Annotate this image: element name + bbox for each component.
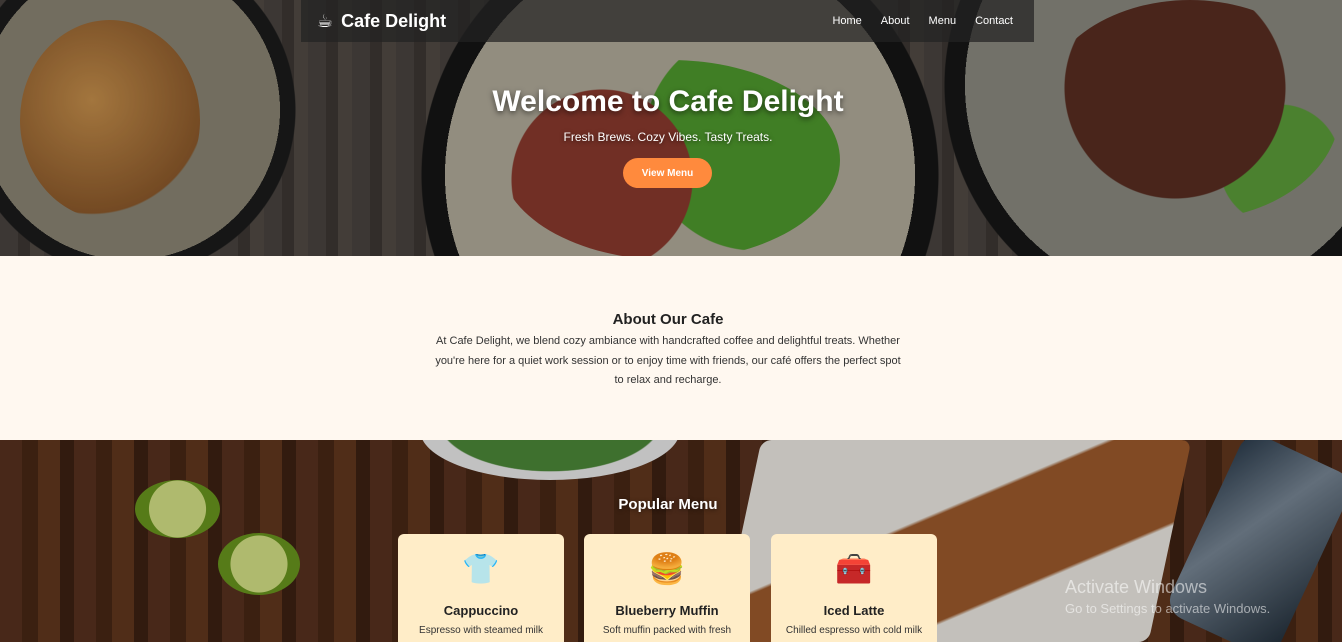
menu-title: Popular Menu bbox=[618, 496, 718, 513]
brand-logo[interactable]: ☕ Cafe Delight bbox=[317, 11, 446, 32]
menu-item-name: Cappuccino bbox=[443, 603, 519, 618]
tshirt-icon: 👕 bbox=[462, 552, 500, 587]
menu-card[interactable]: 🍔 Blueberry Muffin Soft muffin packed wi… bbox=[584, 534, 750, 642]
hero-subtitle: Fresh Brews. Cozy Vibes. Tasty Treats. bbox=[563, 130, 773, 144]
activate-windows-title: Activate Windows bbox=[1065, 577, 1208, 597]
nav-link-about[interactable]: About bbox=[881, 15, 910, 27]
menu-item-name: Blueberry Muffin bbox=[615, 603, 719, 618]
top-navbar: ☕ Cafe Delight Home About Menu Contact bbox=[301, 0, 1034, 42]
nav-link-contact[interactable]: Contact bbox=[975, 15, 1013, 27]
menu-card[interactable]: 👕 Cappuccino Espresso with steamed milk bbox=[398, 534, 564, 642]
burger-icon: 🍔 bbox=[648, 552, 686, 587]
treasure-chest-icon: 🧰 bbox=[835, 552, 873, 587]
view-menu-button[interactable]: View Menu bbox=[623, 158, 712, 188]
hero-section: ☕ Cafe Delight Home About Menu Contact W… bbox=[0, 0, 1342, 256]
about-title: About Our Cafe bbox=[612, 311, 724, 328]
nav-link-menu[interactable]: Menu bbox=[929, 15, 957, 27]
menu-item-description: Espresso with steamed milk bbox=[419, 625, 543, 636]
menu-item-description: Soft muffin packed with fresh bbox=[602, 625, 732, 636]
activate-windows-hint: Go to Settings to activate Windows. bbox=[1065, 601, 1271, 616]
about-text: At Cafe Delight, we blend cozy ambiance … bbox=[435, 335, 901, 386]
hero-title: Welcome to Cafe Delight bbox=[492, 85, 844, 118]
menu-item-name: Iced Latte bbox=[823, 603, 885, 618]
menu-item-description: Chilled espresso with cold milk bbox=[785, 625, 923, 636]
brand-name: Cafe Delight bbox=[341, 10, 447, 31]
nav-link-home[interactable]: Home bbox=[832, 15, 861, 27]
coffee-cup-icon: ☕ bbox=[317, 10, 334, 32]
about-section: About Our Cafe At Cafe Delight, we blend… bbox=[0, 256, 1342, 440]
nav-links: Home About Menu Contact bbox=[832, 0, 1013, 42]
menu-card[interactable]: 🧰 Iced Latte Chilled espresso with cold … bbox=[771, 534, 937, 642]
